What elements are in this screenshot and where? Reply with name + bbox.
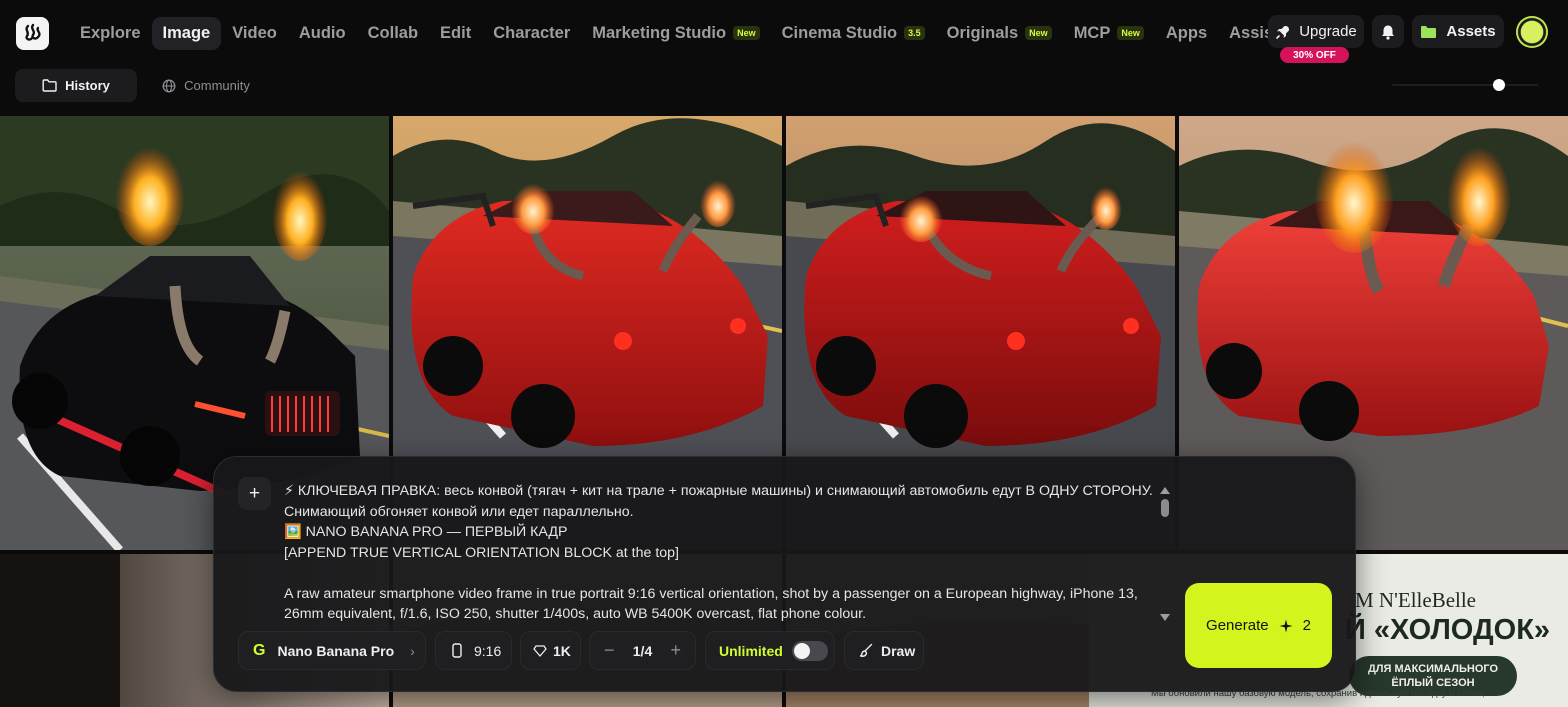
unlimited-label: Unlimited xyxy=(719,642,783,659)
nav-item-image[interactable]: Image xyxy=(151,16,222,50)
increment-button[interactable]: + xyxy=(670,640,681,661)
folder-outline-icon xyxy=(42,79,57,92)
nav-item-label: Character xyxy=(493,23,571,42)
prompt-textarea[interactable]: ⚡ КЛЮЧЕВАЯ ПРАВКА: весь конвой (тягач + … xyxy=(284,481,1164,627)
upgrade-label: Upgrade xyxy=(1299,23,1357,40)
sparkle-icon xyxy=(1279,619,1293,632)
draw-label: Draw xyxy=(881,642,916,659)
assets-label: Assets xyxy=(1446,23,1496,40)
diamond-icon xyxy=(533,644,547,657)
prompt-line: Снимающий обгоняет конвой или едет парал… xyxy=(284,503,634,520)
phone-portrait-icon xyxy=(452,643,462,658)
nav-item-label: Cinema Studio xyxy=(781,23,898,42)
nav-item-video[interactable]: Video xyxy=(221,17,288,50)
promo-brand: М N'ElleBelle xyxy=(1355,588,1477,612)
nav-item-character[interactable]: Character xyxy=(482,17,581,50)
nav-item-label: Video xyxy=(232,23,277,42)
view-tabs: History Community xyxy=(0,66,1568,116)
image-count-stepper: − 1/4 + xyxy=(589,631,696,670)
user-avatar[interactable] xyxy=(1516,16,1548,48)
decrement-button[interactable]: − xyxy=(604,640,615,661)
app-logo[interactable] xyxy=(16,16,49,50)
nav-item-label: Audio xyxy=(298,23,346,42)
generate-button[interactable]: Generate 2 xyxy=(1185,583,1332,668)
unlimited-toggle[interactable]: Unlimited xyxy=(705,631,835,670)
nav-item-label: Collab xyxy=(367,23,419,42)
nav-item-collab[interactable]: Collab xyxy=(357,17,429,50)
notifications-button[interactable] xyxy=(1372,15,1404,48)
model-icon: G xyxy=(253,641,266,659)
draw-button[interactable]: Draw xyxy=(844,631,924,670)
tab-community-label: Community xyxy=(184,78,250,93)
brush-icon xyxy=(859,643,873,657)
generate-label: Generate xyxy=(1206,617,1269,634)
nav-item-label: Originals xyxy=(946,23,1019,42)
upgrade-button[interactable]: Upgrade xyxy=(1268,15,1364,48)
quality-selector[interactable]: 1K xyxy=(520,631,581,670)
model-selector[interactable]: G Nano Banana Pro › xyxy=(238,631,426,670)
promo-headline: Й «ХОЛОДОК» xyxy=(1345,614,1551,646)
prompt-line xyxy=(284,563,1164,584)
folder-icon xyxy=(1421,25,1437,38)
assets-button[interactable]: Assets xyxy=(1412,15,1504,48)
bell-icon xyxy=(1382,25,1394,40)
tab-history[interactable]: History xyxy=(15,69,137,102)
nav-item-label: MCP xyxy=(1073,23,1111,42)
scroll-up-icon[interactable] xyxy=(1160,487,1170,494)
quality-value: 1K xyxy=(553,642,571,659)
prompt-panel: + ⚡ КЛЮЧЕВАЯ ПРАВКА: весь конвой (тягач … xyxy=(213,456,1356,692)
tab-history-label: History xyxy=(65,78,110,93)
nav-item-apps[interactable]: Apps xyxy=(1155,17,1218,50)
logo-icon xyxy=(24,23,41,41)
nav-item-edit[interactable]: Edit xyxy=(429,17,482,50)
prompt-line: 26mm equivalent, f/1.6, ISO 250, shutter… xyxy=(284,606,867,622)
unlimited-switch[interactable] xyxy=(791,640,828,661)
nav-item-label: Image xyxy=(162,23,211,42)
image-count-value: 1/4 xyxy=(632,642,653,659)
nav-item-label: Explore xyxy=(80,23,141,42)
nav-item-originals[interactable]: Originals New xyxy=(936,17,1063,50)
rocket-icon xyxy=(1276,25,1290,39)
nav-badge: New xyxy=(1117,26,1144,40)
nav-badge: New xyxy=(1025,26,1052,40)
tab-community[interactable]: Community xyxy=(150,69,262,102)
zoom-slider-thumb[interactable] xyxy=(1492,79,1505,91)
nav-item-label: Marketing Studio xyxy=(592,23,727,42)
main-nav: Explore Image Video Audio Collab Edit Characte… xyxy=(69,16,1290,50)
prompt-line: [APPEND TRUE VERTICAL ORIENTATION BLOCK … xyxy=(284,544,679,561)
zoom-slider[interactable] xyxy=(1392,79,1538,91)
aspect-ratio-selector[interactable]: 9:16 xyxy=(435,631,512,670)
nav-item-marketing-studio[interactable]: Marketing Studio New xyxy=(581,17,770,50)
plus-icon: + xyxy=(248,482,261,504)
nav-item-audio[interactable]: Audio xyxy=(288,17,357,50)
nav-item-label: Apps xyxy=(1165,23,1208,42)
nav-item-label: Edit xyxy=(440,23,472,42)
nav-badge: 3.5 xyxy=(904,26,925,40)
scroll-down-icon[interactable] xyxy=(1160,614,1170,621)
prompt-scrollbar[interactable] xyxy=(1159,485,1171,623)
add-reference-button[interactable]: + xyxy=(238,477,271,510)
nav-item-cinema-studio[interactable]: Cinema Studio 3.5 xyxy=(771,17,936,50)
prompt-line: 🖼️ NANO BANANA PRO — ПЕРВЫЙ КАДР xyxy=(284,524,568,540)
model-name: Nano Banana Pro xyxy=(277,642,395,659)
generate-cost: 2 xyxy=(1302,617,1311,634)
nav-badge: New xyxy=(733,26,760,40)
prompt-line: ⚡ КЛЮЧЕВАЯ ПРАВКА: весь конвой (тягач + … xyxy=(284,483,1153,499)
nav-item-mcp[interactable]: MCP New xyxy=(1063,17,1155,50)
discount-badge: 30% OFF xyxy=(1280,47,1349,63)
prompt-line: A raw amateur smartphone video frame in … xyxy=(284,585,1138,602)
globe-icon xyxy=(162,79,176,92)
aspect-ratio-value: 9:16 xyxy=(474,642,502,659)
chevron-right-icon: › xyxy=(410,642,415,659)
nav-item-explore[interactable]: Explore xyxy=(69,17,152,50)
scrollbar-thumb[interactable] xyxy=(1161,499,1169,517)
